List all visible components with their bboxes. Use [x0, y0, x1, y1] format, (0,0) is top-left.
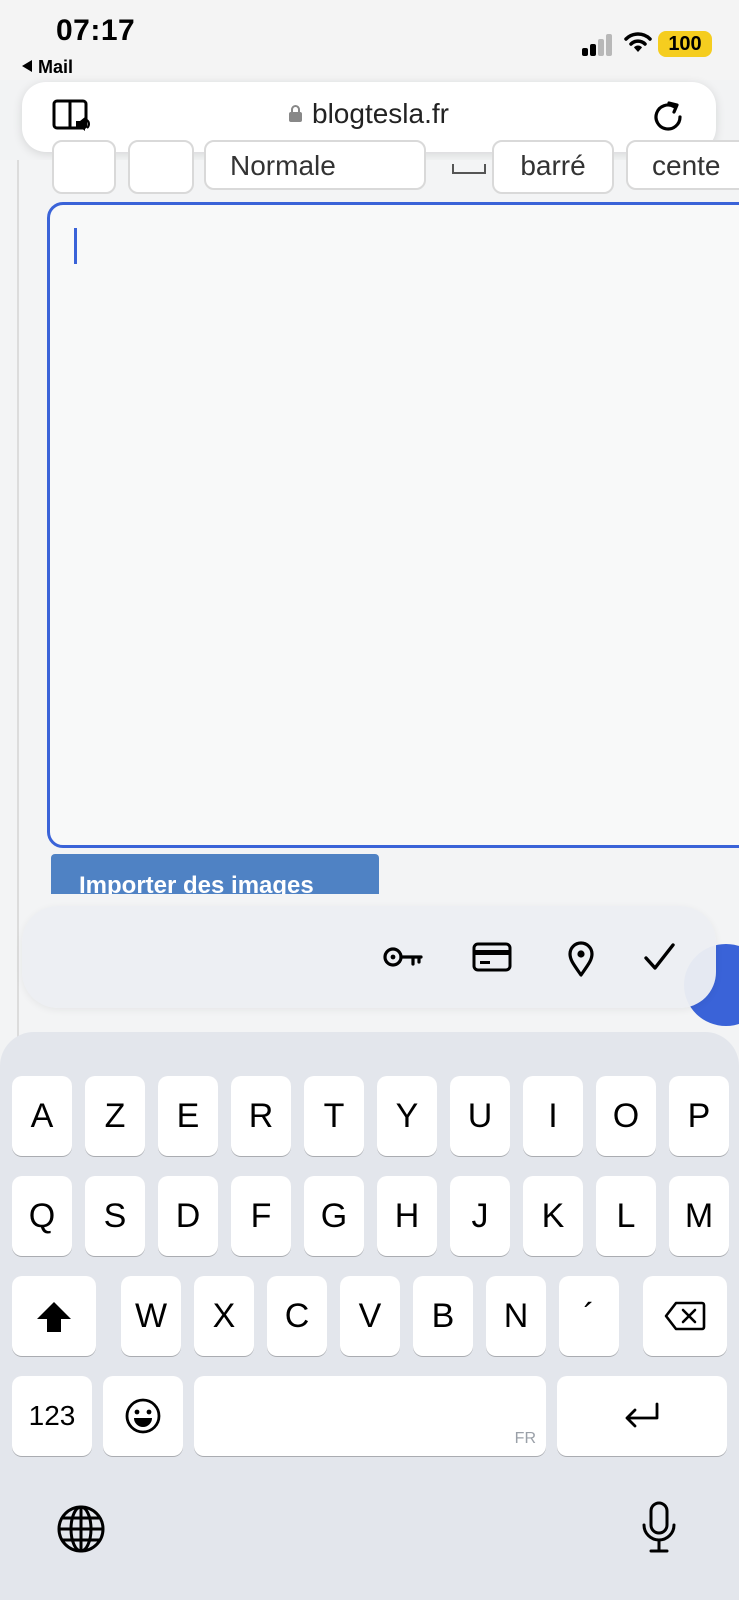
strike-label: barré: [520, 150, 586, 181]
strikethrough-button[interactable]: barré: [492, 140, 614, 194]
url-text: blogtesla.fr: [312, 98, 449, 129]
key[interactable]: I: [523, 1076, 583, 1156]
format-select-value: Normale: [230, 150, 336, 181]
key[interactable]: Q: [12, 1176, 72, 1256]
key-icon[interactable]: [382, 940, 424, 974]
key[interactable]: U: [450, 1076, 510, 1156]
key[interactable]: G: [304, 1176, 364, 1256]
cellular-signal-icon: [582, 32, 616, 56]
wifi-icon: [624, 32, 652, 52]
key[interactable]: H: [377, 1176, 437, 1256]
key[interactable]: K: [523, 1176, 583, 1256]
editor-textarea[interactable]: [47, 202, 739, 848]
back-to-mail-link[interactable]: Mail: [22, 57, 73, 78]
shift-key[interactable]: [12, 1276, 96, 1356]
key[interactable]: L: [596, 1176, 656, 1256]
key[interactable]: ´: [559, 1276, 619, 1356]
align-center-button[interactable]: cente: [626, 140, 739, 190]
lock-icon: [289, 105, 303, 122]
display-icon: [452, 164, 486, 174]
key[interactable]: W: [121, 1276, 181, 1356]
key[interactable]: X: [194, 1276, 254, 1356]
return-icon: [625, 1402, 659, 1428]
key[interactable]: D: [158, 1176, 218, 1256]
key[interactable]: Y: [377, 1076, 437, 1156]
shift-icon: [37, 1302, 71, 1332]
credit-card-icon[interactable]: [472, 940, 512, 974]
autofill-bar: [22, 906, 716, 1008]
key[interactable]: R: [231, 1076, 291, 1156]
back-app-label: Mail: [38, 57, 74, 77]
delete-icon: [664, 1301, 706, 1331]
on-screen-keyboard: A Z E R T Y U I O P Q S D F G H J K L M …: [0, 1032, 739, 1600]
key[interactable]: P: [669, 1076, 729, 1156]
battery-indicator: 100: [658, 31, 712, 57]
emoji-key[interactable]: [103, 1376, 183, 1456]
align-label: cente: [652, 150, 721, 181]
key[interactable]: J: [450, 1176, 510, 1256]
keyboard-language-label: FR: [514, 1430, 536, 1447]
back-arrow-icon: [22, 60, 32, 72]
format-select[interactable]: Normale: [204, 140, 426, 190]
key[interactable]: C: [267, 1276, 327, 1356]
key[interactable]: Z: [85, 1076, 145, 1156]
delete-key[interactable]: [643, 1276, 727, 1356]
checkmark-icon[interactable]: [642, 940, 676, 974]
key[interactable]: V: [340, 1276, 400, 1356]
key[interactable]: B: [413, 1276, 473, 1356]
key[interactable]: S: [85, 1176, 145, 1256]
import-images-button[interactable]: Importer des images: [51, 854, 379, 894]
status-bar: 07:17 Mail 100: [0, 0, 739, 80]
key[interactable]: O: [596, 1076, 656, 1156]
emoji-icon: [125, 1398, 161, 1434]
return-key[interactable]: [557, 1376, 727, 1456]
key[interactable]: T: [304, 1076, 364, 1156]
url-display[interactable]: blogtesla.fr: [22, 98, 716, 130]
reload-icon[interactable]: [650, 99, 686, 135]
toolbar-link-button[interactable]: [52, 140, 116, 194]
globe-icon[interactable]: [56, 1504, 106, 1554]
location-pin-icon[interactable]: [566, 940, 596, 978]
space-key[interactable]: FR: [194, 1376, 546, 1456]
page-border: [17, 160, 19, 1040]
key[interactable]: N: [486, 1276, 546, 1356]
microphone-icon[interactable]: [639, 1501, 679, 1555]
toolbar-unlink-button[interactable]: [128, 140, 194, 194]
key[interactable]: F: [231, 1176, 291, 1256]
key[interactable]: M: [669, 1176, 729, 1256]
key[interactable]: E: [158, 1076, 218, 1156]
numbers-key[interactable]: 123: [12, 1376, 92, 1456]
text-caret: [74, 228, 77, 264]
status-time: 07:17: [56, 14, 136, 47]
key[interactable]: A: [12, 1076, 72, 1156]
import-images-label: Importer des images: [79, 872, 314, 894]
